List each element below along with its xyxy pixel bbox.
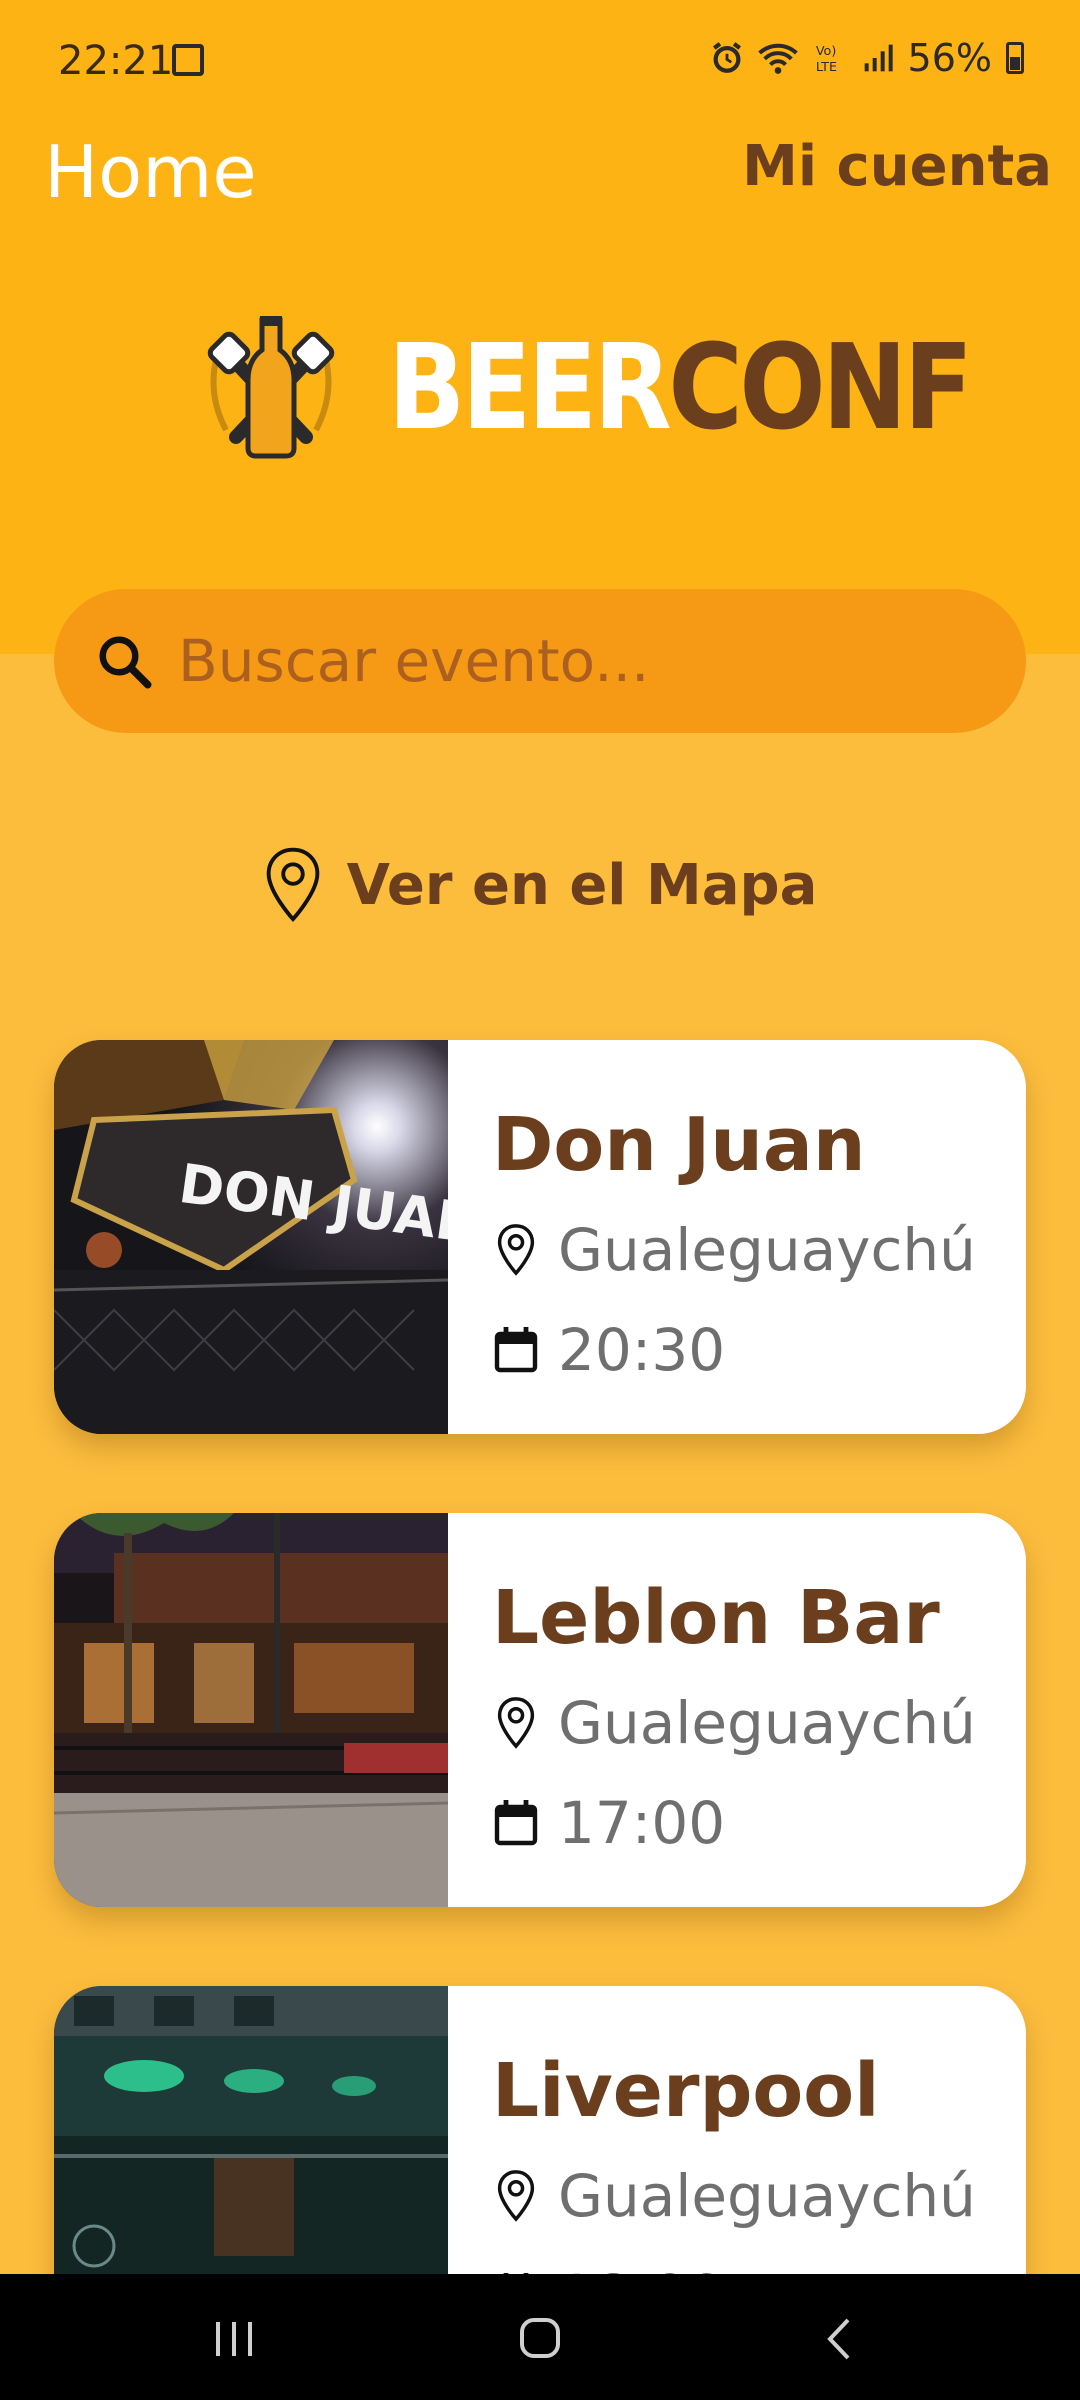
location-pin-icon [497, 2170, 535, 2222]
app-bar: Home Mi cuenta [0, 120, 1080, 240]
beerconf-logo: BEERCONF [196, 312, 1064, 462]
calendar-icon [494, 1327, 538, 1373]
status-icons: Vo) LTE 56% [710, 36, 1024, 80]
location-pin-icon [497, 1697, 535, 1749]
status-bar: 22:21 Vo) LTE 56% [0, 0, 1080, 120]
event-location: Gualeguaychú [492, 1216, 976, 1284]
event-name: Liverpool [492, 2048, 880, 2134]
event-location-text: Gualeguaychú [558, 2162, 976, 2230]
location-pin-icon [497, 1224, 535, 1276]
view-map-label: Ver en el Mapa [346, 852, 818, 918]
logo-wordmark: BEERCONF [388, 318, 973, 456]
event-name: Don Juan [492, 1102, 866, 1188]
wifi-icon [757, 43, 798, 74]
svg-text:Vo): Vo) [815, 44, 836, 59]
my-account-button[interactable]: Mi cuenta [742, 134, 1052, 199]
event-location: Gualeguaychú [492, 1689, 976, 1757]
page-title: Home [44, 130, 257, 214]
event-location-text: Gualeguaychú [558, 1216, 976, 1284]
event-time-text: 17:00 [558, 1789, 726, 1857]
event-photo [54, 1513, 448, 1907]
logo-conf-text: CONF [668, 318, 973, 456]
system-nav-bar [0, 2274, 1080, 2400]
event-time: 17:00 [492, 1789, 725, 1857]
signal-icon [864, 44, 893, 72]
event-time-text: 20:30 [558, 1316, 726, 1384]
search-input[interactable] [176, 626, 1000, 696]
image-icon [172, 44, 204, 76]
beer-bottle-logo-icon [207, 316, 335, 459]
event-photo: DON JUAN [54, 1040, 448, 1434]
recents-icon[interactable] [204, 2314, 264, 2364]
event-time: 20:30 [492, 1316, 725, 1384]
volte-icon: Vo)LTE [815, 44, 836, 75]
home-icon[interactable] [510, 2314, 570, 2364]
status-time: 22:21 [58, 38, 174, 84]
view-map-link[interactable]: Ver en el Mapa [0, 846, 1080, 924]
search-icon [99, 636, 152, 689]
back-icon[interactable] [810, 2314, 870, 2364]
search-bar[interactable] [54, 589, 1026, 733]
event-card[interactable]: DON JUAN Don Juan Gualeguaychú 20:30 [54, 1040, 1026, 1434]
location-pin-icon [266, 847, 319, 923]
battery-icon [1006, 42, 1024, 74]
alarm-icon [712, 42, 741, 73]
logo-beer-text: BEER [388, 318, 672, 456]
event-name: Leblon Bar [492, 1575, 940, 1661]
battery-percent: 56% [907, 36, 992, 80]
event-location: Gualeguaychú [492, 2162, 976, 2230]
event-card[interactable]: Leblon Bar Gualeguaychú 17:00 [54, 1513, 1026, 1907]
event-location-text: Gualeguaychú [558, 1689, 976, 1757]
svg-text:LTE: LTE [815, 60, 836, 75]
calendar-icon [494, 1800, 538, 1846]
